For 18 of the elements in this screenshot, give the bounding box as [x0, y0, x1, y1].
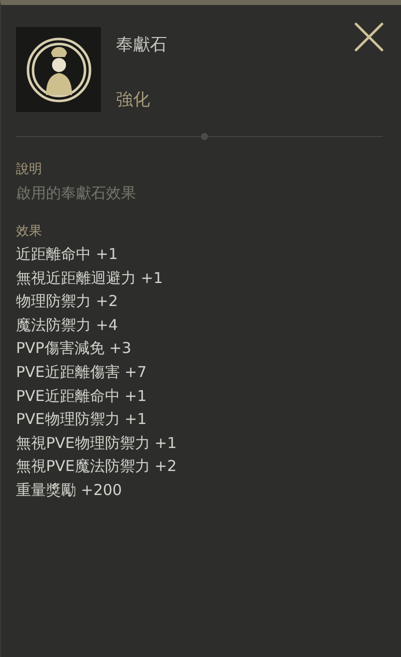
effect-line: 重量獎勵 +200: [16, 480, 123, 501]
section-label: 說明: [16, 161, 43, 179]
item-name: 奉獻石: [116, 34, 168, 56]
section-label: 效果: [16, 223, 43, 241]
close-button[interactable]: [353, 21, 385, 53]
description-text: 啟用的奉獻石效果: [16, 183, 137, 204]
effect-line: PVE物理防禦力 +1: [16, 409, 148, 430]
item-type: 強化: [116, 89, 151, 111]
close-icon: [353, 21, 385, 53]
effect-line: PVP傷害減免 +3: [16, 338, 132, 360]
effect-line: 物理防禦力 +2: [16, 291, 119, 312]
effect-line: 近距離命中 +1: [16, 244, 119, 265]
effect-line: PVE近距離傷害 +7: [16, 362, 148, 383]
effect-line: 無視近距離迴避力 +1: [16, 268, 164, 289]
effect-line: PVE近距離命中 +1: [16, 386, 148, 407]
effect-line: 無視PVE物理防禦力 +1: [16, 432, 178, 454]
effect-line: 無視PVE魔法防禦力 +2: [16, 456, 178, 478]
effect-line: 魔法防禦力 +4: [16, 314, 119, 336]
